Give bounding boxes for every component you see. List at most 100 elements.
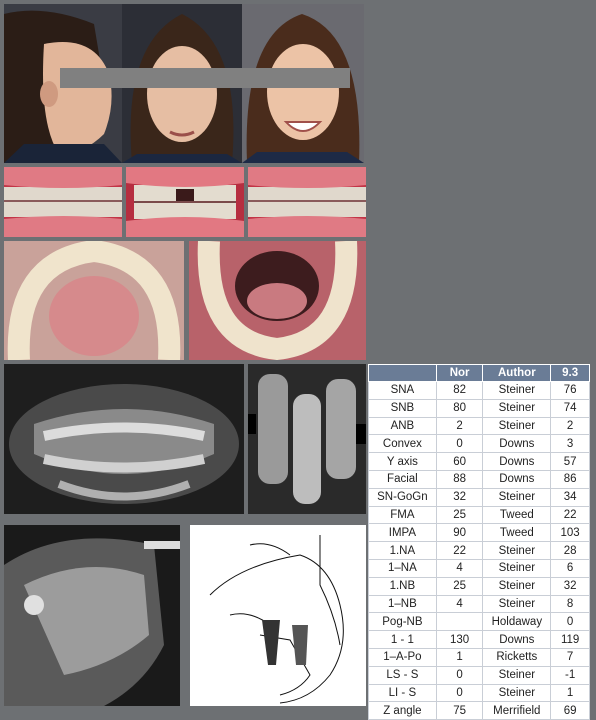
cell-author: Steiner [482,558,552,578]
table-row: FMA 25 Tweed 22 [368,505,590,525]
cell-measure: 1–NB [368,594,437,614]
cell-norm: 25 [435,576,484,596]
cell-norm: 75 [435,701,484,720]
cell-norm: 90 [435,523,484,543]
table-row: 1–NA 4 Steiner 6 [368,558,590,578]
cell-value: 32 [550,576,590,596]
cell-value: 28 [550,541,590,560]
cell-measure: SNB [368,398,437,418]
occlusal-lower [189,241,366,360]
header-value: 9.3 [550,364,590,382]
cell-author: Merrifield [482,701,552,720]
cell-norm: 130 [435,630,484,649]
cell-author: Steiner [482,381,552,400]
table-row: 1.NA 22 Steiner 28 [368,541,590,560]
cell-value: 6 [550,558,590,578]
cell-value: 7 [550,647,590,667]
header-measure [368,364,437,382]
cell-norm: 60 [435,452,484,471]
cell-measure: FMA [368,505,437,525]
table-header-row: Nor Author 9.3 [368,364,590,382]
cell-author: Downs [482,469,552,489]
cell-author: Steiner [482,487,552,507]
cell-value: 76 [550,381,590,400]
cell-measure: SN-GoGn [368,487,437,507]
cell-value: 86 [550,469,590,489]
cell-norm: 25 [435,505,484,525]
table-row: LI - S 0 Steiner 1 [368,683,590,703]
cell-norm: 82 [435,381,484,400]
cell-measure: ANB [368,416,437,436]
cell-measure: LI - S [368,683,437,703]
intraoral-left [248,167,366,237]
cell-norm: 4 [435,558,484,578]
cell-author: Steiner [482,594,552,614]
table-row: 1.NB 25 Steiner 32 [368,576,590,596]
cell-measure: 1–NA [368,558,437,578]
cell-measure: 1–A-Po [368,647,437,667]
cell-value: 57 [550,452,590,471]
cell-norm: 0 [435,683,484,703]
cell-measure: LS - S [368,665,437,685]
table-row: Pog-NB Holdaway 0 [368,612,590,632]
table-row: SNB 80 Steiner 74 [368,398,590,418]
cell-value: 3 [550,434,590,454]
intraoral-right [4,167,122,237]
table-row: ANB 2 Steiner 2 [368,416,590,436]
cell-norm [435,612,484,632]
table-row: Y axis 60 Downs 57 [368,452,590,471]
table-row: 1 - 1 130 Downs 119 [368,630,590,649]
cell-value: 8 [550,594,590,614]
cell-value: 119 [550,630,590,649]
cell-measure: Y axis [368,452,437,471]
table-row: 1–NB 4 Steiner 8 [368,594,590,614]
cephalometric-tracing [190,525,366,706]
periapical-xray [248,364,366,514]
cell-norm: 22 [435,541,484,560]
header-author: Author [482,364,552,382]
cell-author: Steiner [482,683,552,703]
cell-author: Downs [482,434,552,454]
cell-value: 2 [550,416,590,436]
cell-norm: 2 [435,416,484,436]
table-row: SNA 82 Steiner 76 [368,381,590,400]
cell-measure: 1.NA [368,541,437,560]
cell-measure: Facial [368,469,437,489]
cell-measure: 1.NB [368,576,437,596]
cephalometric-table: Nor Author 9.3 SNA 82 Steiner 76 SNB 80 Steine… [368,364,590,720]
cell-norm: 1 [435,647,484,667]
cell-value: 69 [550,701,590,720]
cell-author: Steiner [482,576,552,596]
cell-author: Ricketts [482,647,552,667]
table-row: IMPA 90 Tweed 103 [368,523,590,543]
cell-measure: Z angle [368,701,437,720]
cell-measure: SNA [368,381,437,400]
table-row: Facial 88 Downs 86 [368,469,590,489]
cell-measure: Pog-NB [368,612,437,632]
cell-author: Downs [482,630,552,649]
cell-value: 22 [550,505,590,525]
cell-norm: 0 [435,434,484,454]
cell-value: 103 [550,523,590,543]
cell-measure: IMPA [368,523,437,543]
cell-norm: 88 [435,469,484,489]
cell-value: 34 [550,487,590,507]
cell-author: Downs [482,452,552,471]
table-row: Z angle 75 Merrifield 69 [368,701,590,720]
table-row: LS - S 0 Steiner -1 [368,665,590,685]
occlusal-upper [4,241,184,360]
cell-measure: Convex [368,434,437,454]
cell-value: -1 [550,665,590,685]
lateral-cephalogram [4,525,180,706]
table-row: 1–A-Po 1 Ricketts 7 [368,647,590,667]
panoramic-xray [4,364,244,514]
cell-author: Steiner [482,398,552,418]
table-row: Convex 0 Downs 3 [368,434,590,454]
cell-author: Holdaway [482,612,552,632]
cell-norm: 4 [435,594,484,614]
cell-value: 74 [550,398,590,418]
header-norm: Nor [435,364,484,382]
cell-author: Steiner [482,665,552,685]
cell-author: Steiner [482,416,552,436]
cell-norm: 32 [435,487,484,507]
